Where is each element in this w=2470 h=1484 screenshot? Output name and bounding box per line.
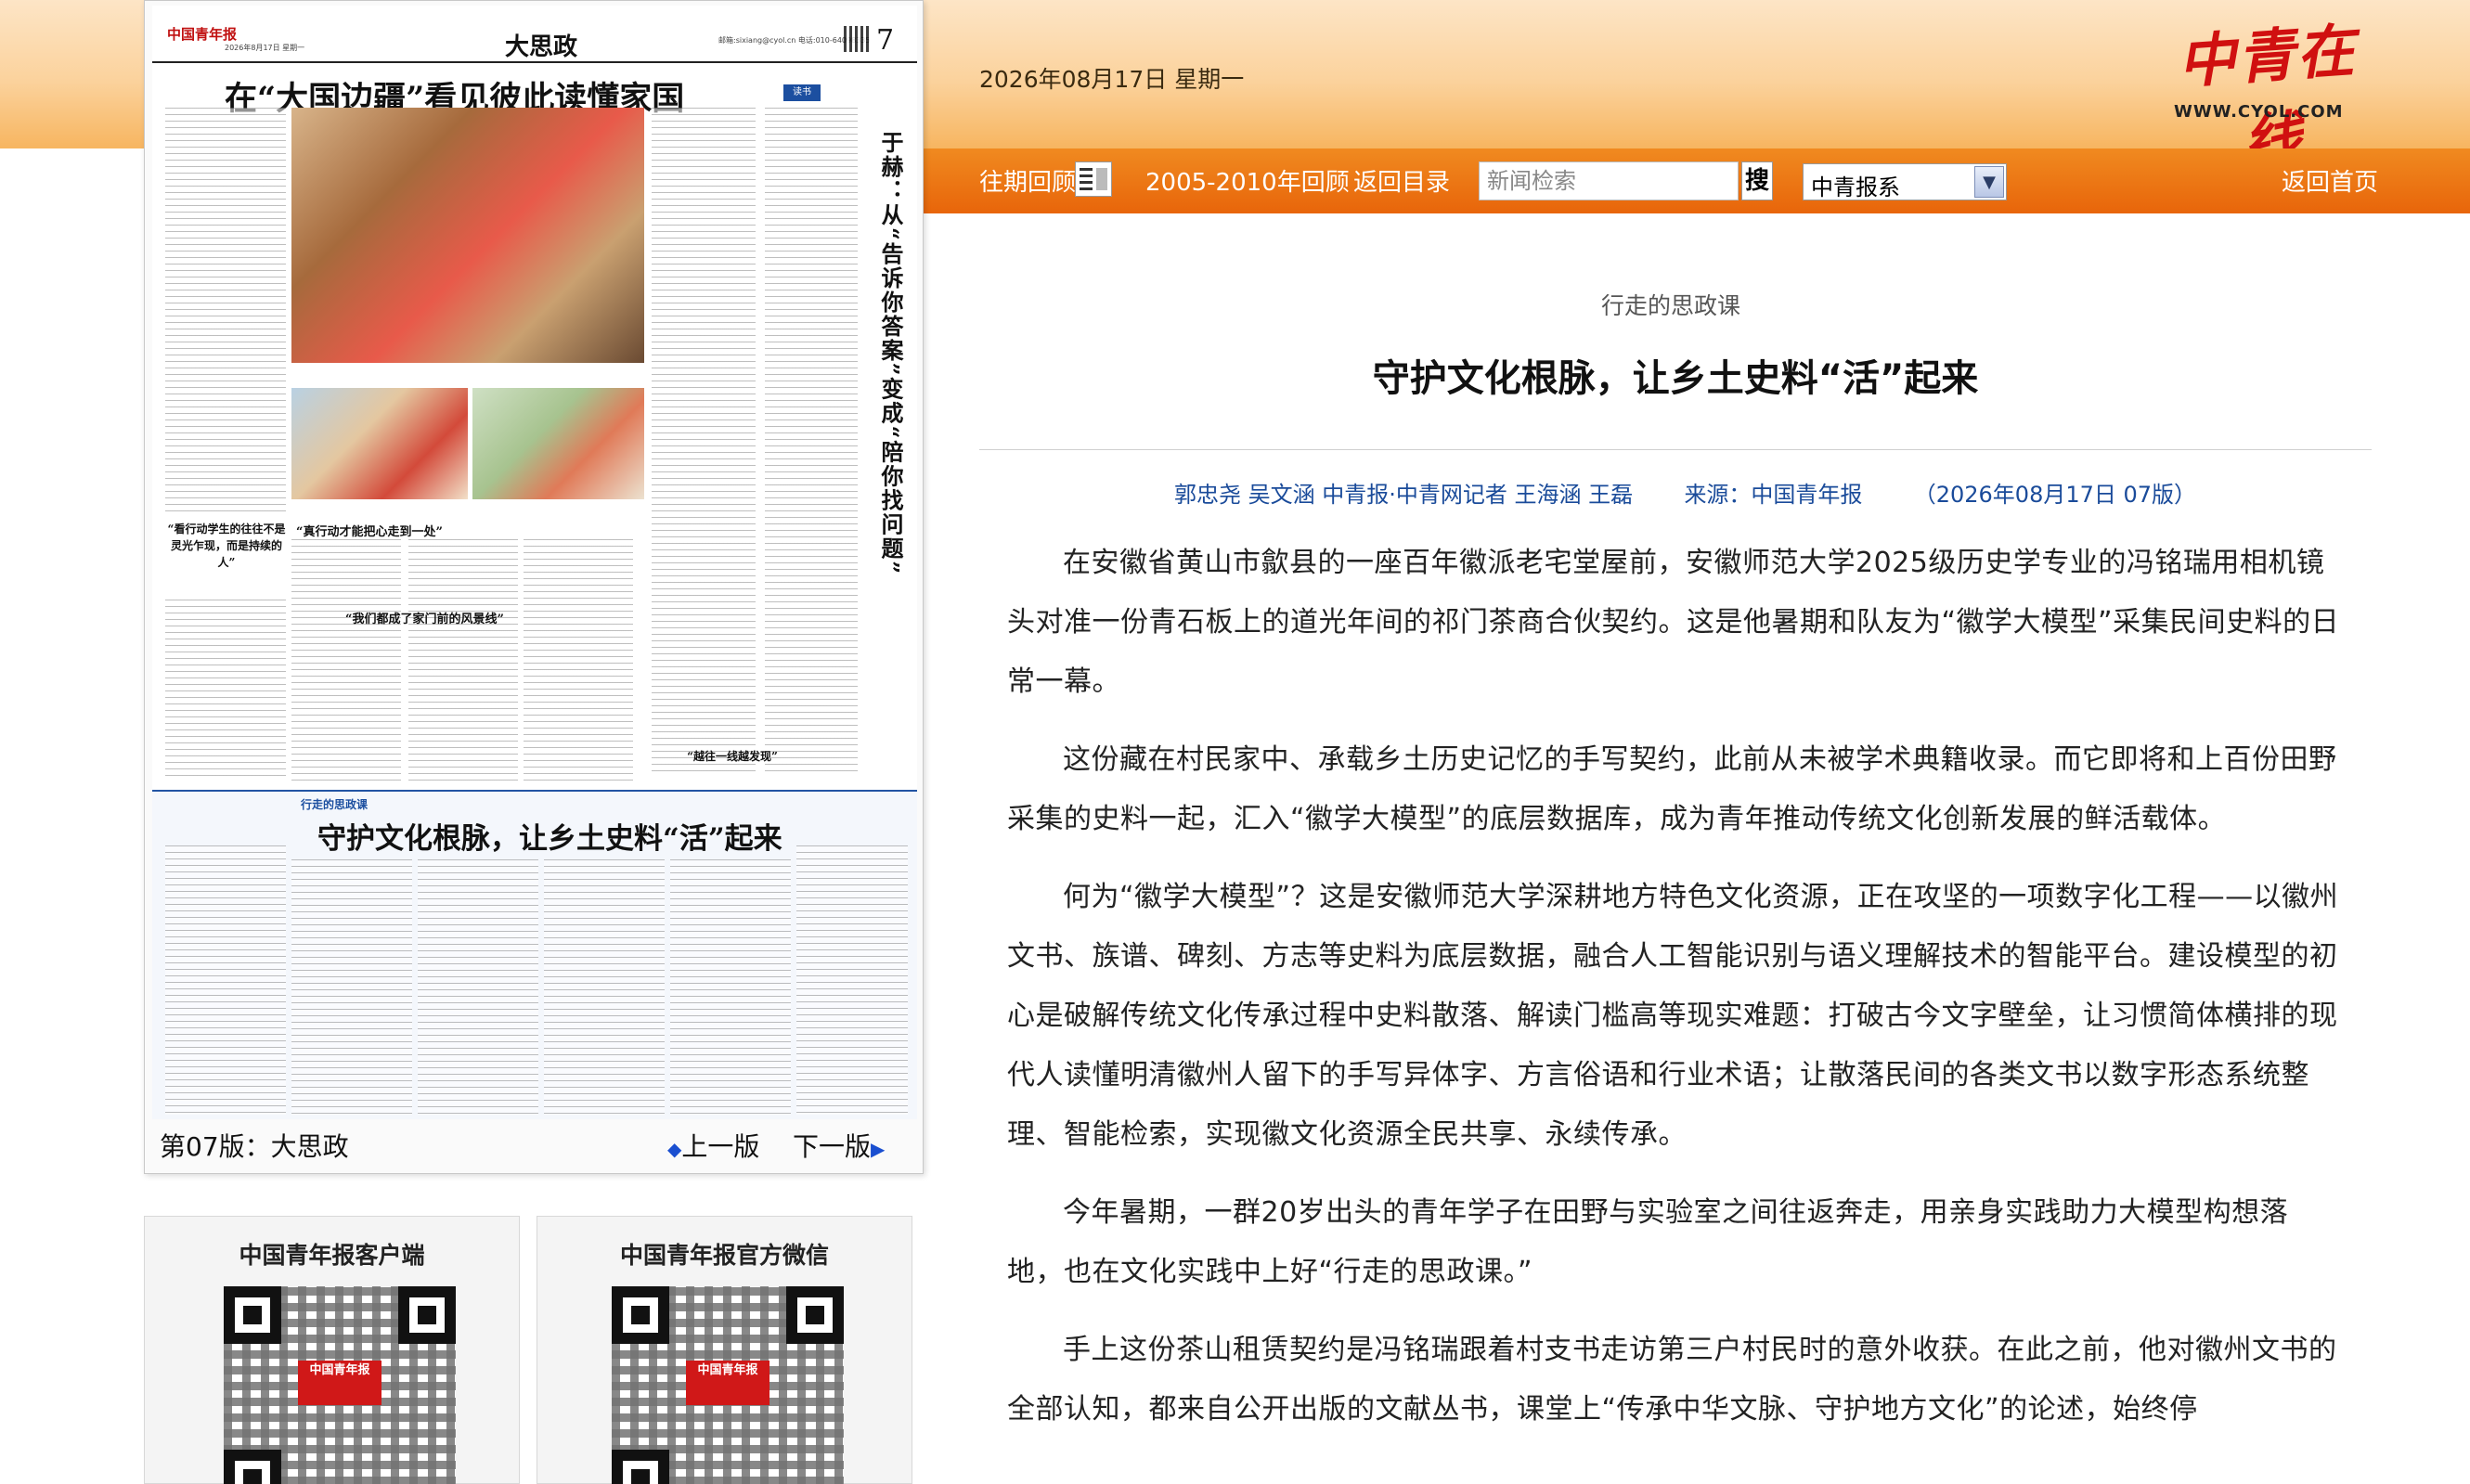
paper-second-article-divider bbox=[152, 790, 917, 792]
next-arrow-icon: ▶ bbox=[871, 1138, 886, 1160]
article-paragraph: 今年暑期，一群20岁出头的青年学子在田野与实验室之间往返奔走，用亲身实践助力大模… bbox=[1007, 1196, 2289, 1288]
qr-panel-wechat: 中国青年报官方微信 中国青年报 bbox=[537, 1216, 912, 1484]
paper-footer: 第07版：大思政 ◆上一版 下一版▶ bbox=[152, 1119, 917, 1166]
paper-text-column bbox=[524, 539, 633, 785]
page-label: 第07版：大思政 bbox=[160, 1131, 349, 1162]
article-body: 在安徽省黄山市歙县的一座百年徽派老宅堂屋前，安徽师范大学2025级历史学专业的冯… bbox=[1007, 534, 2344, 1458]
nav-archive-2005-2010[interactable]: 2005-2010年回顾 bbox=[1145, 163, 1350, 198]
paper-text-column bbox=[670, 859, 791, 1115]
nav-back-to-index[interactable]: 返回目录 bbox=[1353, 163, 1450, 198]
paper-vertical-headline[interactable]: 于赫：从“告诉你答案”变成“陪你找问题” bbox=[867, 131, 904, 575]
paper-tag-reader: 读书 bbox=[783, 84, 821, 101]
paper-logo: 中国青年报 bbox=[167, 26, 238, 43]
qr-client-title: 中国青年报客户端 bbox=[239, 1242, 425, 1269]
article-divider bbox=[979, 449, 2372, 450]
paper-text-column bbox=[165, 108, 286, 511]
paper-pull-quote: “看行动学生的往往不是灵光乍现，而是持续的人” bbox=[167, 523, 286, 569]
qr-logo: 中国青年报 bbox=[298, 1361, 381, 1405]
article-byline: 郭忠尧 吴文涵 中青报·中青网记者 王海涵 王磊 来源：中国青年报 （2026年… bbox=[1174, 476, 2196, 509]
paper-page-number: 7 bbox=[876, 24, 895, 57]
qr-logo: 中国青年报 bbox=[686, 1361, 769, 1405]
qr-finder bbox=[612, 1286, 669, 1344]
paper-text-column bbox=[408, 539, 518, 785]
paper-text-column bbox=[165, 600, 286, 781]
paper-headline-2[interactable]: 守护文化根脉，让乡土史料“活”起来 bbox=[317, 815, 782, 857]
nav-past-review[interactable]: 往期回顾 bbox=[979, 163, 1076, 198]
article-paragraph: 手上这份茶山租赁契约是冯铭瑞跟着村支书走访第三户村民时的意外收获。在此之前，他对… bbox=[1007, 1334, 2337, 1426]
article-authors: 郭忠尧 吴文涵 中青报·中青网记者 王海涵 王磊 bbox=[1174, 482, 1634, 508]
search-button[interactable]: 搜 bbox=[1741, 161, 1773, 200]
calendar-icon[interactable] bbox=[1075, 161, 1112, 197]
next-page-label: 下一版 bbox=[793, 1131, 872, 1162]
logo-url: WWW.CYOL.COM bbox=[2174, 102, 2344, 122]
article-section-label: 行走的思政课 bbox=[1601, 292, 1741, 319]
nav-home[interactable]: 返回首页 bbox=[2282, 163, 2378, 198]
paper-photo-right bbox=[472, 388, 644, 499]
qr-finder bbox=[224, 1286, 281, 1344]
prev-page-link[interactable]: ◆上一版 bbox=[667, 1127, 759, 1164]
article-paragraph: 何为“徽学大模型”？这是安徽师范大学深耕地方特色文化资源，正在攻坚的一项数字化工… bbox=[1007, 881, 2339, 1151]
paper-text-column bbox=[796, 845, 908, 1115]
paper-text-column bbox=[291, 859, 412, 1115]
prev-arrow-icon: ◆ bbox=[667, 1138, 682, 1160]
paper-text-column bbox=[765, 108, 858, 776]
article-paragraph: 这份藏在村民家中、承载乡土历史记忆的手写契约，此前从未被学术典籍收录。而它即将和… bbox=[1007, 743, 2337, 835]
header-date: 2026年08月17日 星期一 bbox=[979, 66, 1245, 93]
paper-column-tag: 行走的思政课 bbox=[301, 798, 369, 811]
article-title: 守护文化根脉，让乡土史料“活”起来 bbox=[1372, 357, 1979, 400]
paper-select[interactable]: 中青报系 ▼ bbox=[1803, 163, 2007, 200]
paper-subhead-2: “我们都成了家门前的风景线” bbox=[345, 613, 504, 626]
article-date-page: （2026年08月17日 07版） bbox=[1913, 482, 2197, 508]
qr-wechat-title: 中国青年报官方微信 bbox=[619, 1242, 829, 1269]
newspaper-page-frame: 中国青年报 2026年8月17日 星期一 大思政 邮箱:sixiang@cyol… bbox=[144, 0, 924, 1174]
newspaper-page-image[interactable]: 中国青年报 2026年8月17日 星期一 大思政 邮箱:sixiang@cyol… bbox=[152, 6, 917, 1119]
article-source: 来源：中国青年报 bbox=[1684, 482, 1863, 508]
paper-section-title: 大思政 bbox=[505, 33, 578, 61]
prev-page-label: 上一版 bbox=[681, 1131, 760, 1162]
next-page-link[interactable]: 下一版▶ bbox=[793, 1127, 885, 1164]
paper-text-column bbox=[418, 859, 538, 1115]
qr-finder bbox=[612, 1450, 669, 1484]
article-paragraph: 在安徽省黄山市歙县的一座百年徽派老宅堂屋前，安徽师范大学2025级历史学专业的冯… bbox=[1007, 547, 2340, 698]
qr-finder bbox=[398, 1286, 456, 1344]
qr-finder bbox=[224, 1450, 281, 1484]
paper-text-column bbox=[544, 859, 665, 1115]
paper-pull-quote-2: “越往一线越发现” bbox=[687, 750, 778, 763]
cyol-logo[interactable]: 中青在线 WWW.CYOL.COM bbox=[2163, 9, 2376, 175]
qr-code-wechat: 中国青年报 bbox=[612, 1286, 844, 1484]
paper-subhead-1: “真行动才能把心走到一处” bbox=[296, 525, 443, 539]
paper-photo-left bbox=[291, 388, 468, 499]
paper-meta: 2026年8月17日 星期一 bbox=[225, 44, 305, 52]
paper-text-column bbox=[652, 108, 756, 776]
paper-select-value: 中青报系 bbox=[1811, 174, 1900, 200]
paper-photo-main bbox=[291, 108, 644, 363]
paper-qr-icon bbox=[844, 26, 870, 52]
search-input[interactable] bbox=[1479, 161, 1739, 200]
qr-finder bbox=[786, 1286, 844, 1344]
paper-text-column bbox=[291, 539, 401, 785]
paper-header: 中国青年报 2026年8月17日 星期一 大思政 邮箱:sixiang@cyol… bbox=[152, 6, 917, 63]
qr-panel-client: 中国青年报客户端 中国青年报 bbox=[144, 1216, 520, 1484]
qr-code-client: 中国青年报 bbox=[224, 1286, 456, 1484]
paper-text-column bbox=[165, 845, 286, 1115]
chevron-down-icon[interactable]: ▼ bbox=[1974, 166, 2004, 198]
